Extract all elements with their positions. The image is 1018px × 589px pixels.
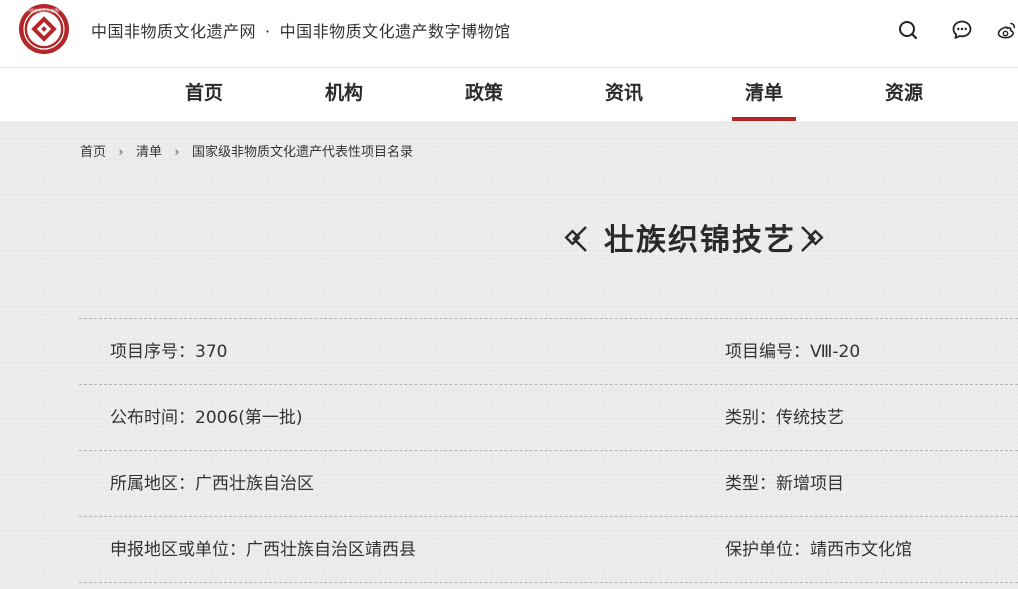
protection-unit: 保护单位：靖西市文化馆 <box>725 540 912 560</box>
applicant-region: 申报地区或单位：广西壮族自治区靖西县 <box>110 540 416 560</box>
project-type: 类型：新增项目 <box>725 474 844 494</box>
project-serial-number: 项目序号：370 <box>110 342 228 362</box>
chevron-right-icon: › <box>118 145 124 160</box>
breadcrumb-home[interactable]: 首页 <box>80 145 106 160</box>
site-header: 中国非物质文化遗产 中国非物质文化遗产网 · 中国非物质文化遗产数字博物馆 <box>0 0 1018 68</box>
message-icon[interactable] <box>951 19 973 41</box>
project-info-table: 项目序号：370 项目编号：Ⅷ-20 公布时间：2006(第一批) 类别：传统技… <box>79 318 1018 583</box>
nav-item-news[interactable]: 资讯 <box>592 68 656 121</box>
page-title: 壮族织锦技艺 <box>604 223 796 258</box>
info-row: 申报地区或单位：广西壮族自治区靖西县 保护单位：靖西市文化馆 <box>79 517 1018 583</box>
region: 所属地区：广西壮族自治区 <box>110 474 314 494</box>
site-name-1: 中国非物质文化遗产网 <box>91 22 257 41</box>
ornament-left-icon <box>564 226 587 252</box>
nav-item-home[interactable]: 首页 <box>172 68 236 121</box>
logo-seal[interactable]: 中国非物质文化遗产 <box>18 3 70 55</box>
project-code: 项目编号：Ⅷ-20 <box>725 342 861 362</box>
breadcrumb-lists[interactable]: 清单 <box>136 145 162 160</box>
main-content: 首页 › 清单 › 国家级非物质文化遗产代表性项目名录 壮族织锦技艺 项目序号：370 … <box>0 121 1018 589</box>
nav-item-policies[interactable]: 政策 <box>452 68 516 121</box>
site-title[interactable]: 中国非物质文化遗产网 · 中国非物质文化遗产数字博物馆 <box>91 18 511 42</box>
breadcrumb-current[interactable]: 国家级非物质文化遗产代表性项目名录 <box>192 145 413 160</box>
nav-item-institutions[interactable]: 机构 <box>312 68 376 121</box>
info-row: 公布时间：2006(第一批) 类别：传统技艺 <box>79 385 1018 451</box>
nav-item-lists[interactable]: 清单 <box>732 68 796 121</box>
weibo-icon[interactable] <box>996 19 1018 41</box>
category: 类别：传统技艺 <box>725 408 844 428</box>
chevron-right-icon: › <box>174 145 180 160</box>
search-icon[interactable] <box>897 19 919 41</box>
nav-item-resources[interactable]: 资源 <box>872 68 936 121</box>
info-row: 所属地区：广西壮族自治区 类型：新增项目 <box>79 451 1018 517</box>
publish-time: 公布时间：2006(第一批) <box>110 408 303 428</box>
logo-text: 中国非物质文化遗产 <box>26 7 62 13</box>
breadcrumb: 首页 › 清单 › 国家级非物质文化遗产代表性项目名录 <box>80 141 413 160</box>
ornament-right-icon <box>801 226 824 252</box>
title-separator: · <box>265 22 271 41</box>
main-nav: 首页 机构 政策 资讯 清单 资源 <box>0 68 1018 121</box>
site-name-2: 中国非物质文化遗产数字博物馆 <box>279 22 511 41</box>
info-row: 项目序号：370 项目编号：Ⅷ-20 <box>79 319 1018 385</box>
